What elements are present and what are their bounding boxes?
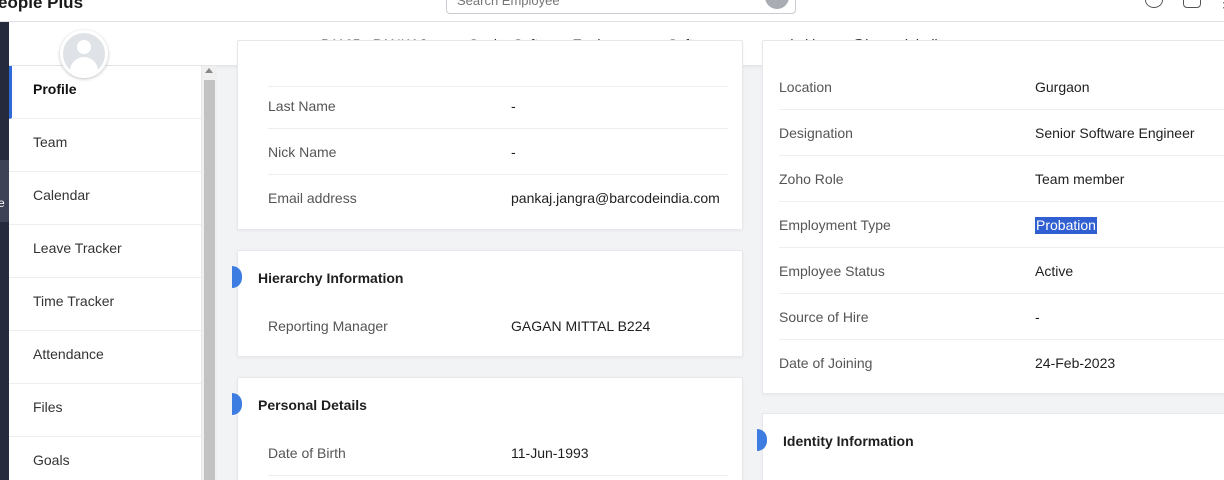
- sidebar-item-attendance[interactable]: Attendance: [9, 331, 201, 384]
- work-row: Location Gurgaon: [779, 64, 1224, 110]
- personal-details-card: Personal Details Date of Birth 11-Jun-19…: [232, 377, 743, 480]
- source-of-hire-label: Source of Hire: [779, 309, 869, 325]
- app-name: eople Plus: [0, 0, 84, 12]
- work-row: Employee Status Active: [779, 248, 1224, 294]
- section-marker: [232, 266, 242, 288]
- work-row: Employment Type Probation: [779, 202, 1224, 248]
- date-of-joining-value: 24-Feb-2023: [1035, 355, 1116, 371]
- sidebar-item-profile[interactable]: Profile: [9, 66, 201, 119]
- identity-card: Identity Information: [757, 413, 1224, 480]
- search-icon[interactable]: [765, 0, 789, 9]
- selected-text[interactable]: Probation: [1035, 217, 1097, 234]
- sidebar-item-time-tracker[interactable]: Time Tracker: [9, 278, 201, 331]
- employment-type-value[interactable]: Probation: [1035, 202, 1097, 248]
- sidebar-item-goals[interactable]: Goals: [9, 437, 201, 480]
- top-app-bar: eople Plus ⋮: [0, 0, 1224, 22]
- last-name-label: Last Name: [268, 98, 336, 114]
- reporting-manager-label: Reporting Manager: [268, 318, 388, 334]
- work-info-card: Location Gurgaon Designation Senior Soft…: [762, 40, 1224, 394]
- work-row: Date of Joining 24-Feb-2023: [779, 340, 1224, 386]
- help-icon[interactable]: [1145, 0, 1163, 8]
- email-address-label: Email address: [268, 190, 357, 206]
- personal-details-title: Personal Details: [258, 397, 367, 413]
- date-of-joining-label: Date of Joining: [779, 355, 873, 371]
- date-of-birth-label: Date of Birth: [268, 445, 346, 461]
- more-icon[interactable]: ⋮: [1217, 0, 1224, 11]
- user-avatar-icon[interactable]: [60, 30, 108, 78]
- sidebar-item-leave-tracker[interactable]: Leave Tracker: [9, 225, 201, 278]
- sidebar-item-calendar[interactable]: Calendar: [9, 172, 201, 225]
- basic-info-row: Nick Name -: [268, 129, 728, 175]
- sidebar-item-files[interactable]: Files: [9, 384, 201, 437]
- basic-info-row: [268, 41, 728, 87]
- date-of-birth-value: 11-Jun-1993: [511, 445, 589, 461]
- hierarchy-card: Hierarchy Information Reporting Manager …: [232, 250, 743, 357]
- search-input[interactable]: [457, 0, 757, 8]
- designation-value: Senior Software Engineer: [1035, 125, 1195, 141]
- scroll-up-icon[interactable]: [205, 68, 213, 73]
- identity-title: Identity Information: [783, 433, 914, 449]
- employee-search-box[interactable]: [446, 0, 796, 14]
- basic-info-row: Last Name -: [268, 83, 728, 129]
- basic-info-row: Email address pankaj.jangra@barcodeindia…: [268, 175, 728, 221]
- work-row: Source of Hire -: [779, 294, 1224, 340]
- sidebar-item-team[interactable]: Team: [9, 119, 201, 172]
- zoho-role-label: Zoho Role: [779, 171, 844, 187]
- sidebar-scrollbar[interactable]: [202, 66, 217, 480]
- last-name-value: -: [511, 98, 516, 114]
- nick-name-label: Nick Name: [268, 144, 337, 160]
- work-row: Zoho Role Team member: [779, 156, 1224, 202]
- employee-status-value: Active: [1035, 263, 1074, 279]
- work-row: Designation Senior Software Engineer: [779, 110, 1224, 156]
- email-address-value: pankaj.jangra@barcodeindia.com: [511, 190, 720, 206]
- section-marker: [757, 429, 767, 451]
- app-nav-label: e: [0, 196, 5, 210]
- employee-status-label: Employee Status: [779, 263, 885, 279]
- basic-info-card: Last Name - Nick Name - Email address pa…: [237, 40, 743, 230]
- location-label: Location: [779, 79, 832, 95]
- reporting-manager-value[interactable]: GAGAN MITTAL B224: [511, 303, 650, 349]
- app-nav-strip: e: [0, 22, 9, 480]
- hierarchy-row: Reporting Manager GAGAN MITTAL B224: [268, 303, 728, 349]
- section-marker: [232, 393, 242, 415]
- hierarchy-title: Hierarchy Information: [258, 270, 404, 286]
- location-value: Gurgaon: [1035, 79, 1090, 95]
- zoho-role-value: Team member: [1035, 171, 1125, 187]
- nick-name-value: -: [511, 144, 516, 160]
- designation-label: Designation: [779, 125, 853, 141]
- sidebar: Profile Team Calendar Leave Tracker Time…: [9, 66, 202, 480]
- employment-type-label: Employment Type: [779, 217, 891, 233]
- personal-row: Date of Birth 11-Jun-1993: [268, 430, 728, 476]
- scroll-thumb[interactable]: [204, 80, 215, 480]
- chat-icon[interactable]: [1183, 0, 1201, 8]
- source-of-hire-value: -: [1035, 309, 1040, 325]
- app-nav-active-tab[interactable]: [0, 160, 9, 222]
